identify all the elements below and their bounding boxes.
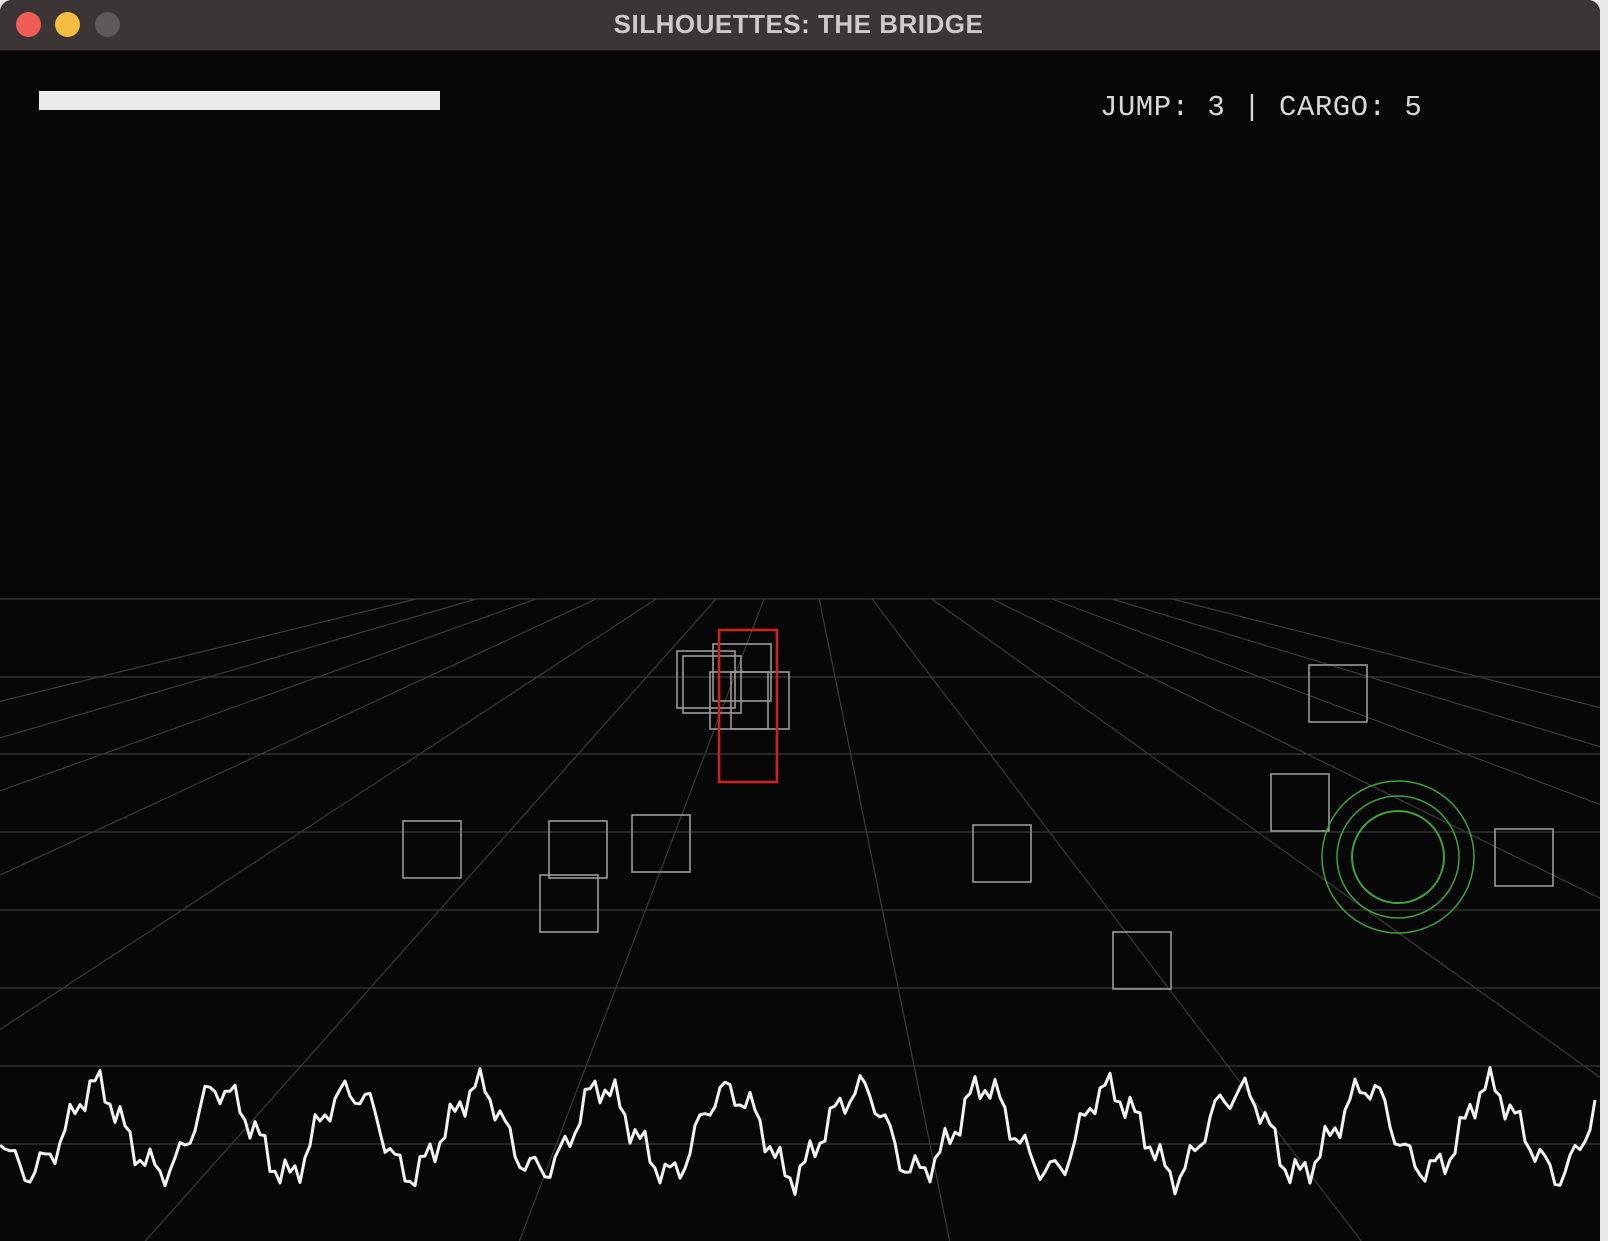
cargo-label: CARGO: bbox=[1279, 91, 1387, 124]
target-ring bbox=[1351, 810, 1445, 904]
game-window: SILHOUETTES: THE BRIDGE JUMP: 3 | CARGO:… bbox=[0, 0, 1600, 1241]
game-scene bbox=[0, 598, 1600, 1241]
health-bar bbox=[39, 91, 440, 110]
grid-line bbox=[818, 598, 951, 1241]
target-ring bbox=[1336, 795, 1460, 919]
grid-line bbox=[0, 598, 417, 702]
window-title: SILHOUETTES: THE BRIDGE bbox=[613, 9, 984, 39]
grid-line bbox=[0, 598, 477, 739]
grid-line bbox=[0, 598, 597, 876]
hud-separator: | bbox=[1243, 91, 1262, 124]
grid-line bbox=[0, 598, 537, 792]
cargo-box bbox=[631, 814, 691, 873]
grid-line bbox=[1171, 598, 1600, 709]
jump-value: 3 bbox=[1207, 91, 1226, 124]
jump-label: JUMP: bbox=[1100, 91, 1190, 124]
grid-line bbox=[931, 598, 1600, 1078]
grid-line bbox=[0, 598, 657, 1031]
grid-line bbox=[1051, 598, 1600, 806]
cargo-value: 5 bbox=[1404, 91, 1423, 124]
cargo-box bbox=[682, 655, 742, 714]
audio-waveform bbox=[0, 1066, 1597, 1196]
cargo-box bbox=[402, 820, 462, 879]
hud-status: JUMP: 3 | CARGO: 5 bbox=[1100, 91, 1422, 124]
cargo-box bbox=[1270, 773, 1330, 832]
health-bar-fill bbox=[39, 91, 440, 110]
cargo-box bbox=[548, 820, 608, 879]
grid-line bbox=[991, 598, 1600, 899]
cargo-box bbox=[539, 874, 599, 933]
grid-line bbox=[144, 598, 717, 1241]
cargo-box bbox=[972, 824, 1032, 883]
cargo-box bbox=[1494, 828, 1554, 887]
background-window-edge bbox=[1600, 0, 1608, 1241]
game-canvas[interactable]: JUMP: 3 | CARGO: 5 bbox=[0, 51, 1600, 1241]
title-bar[interactable]: SILHOUETTES: THE BRIDGE bbox=[0, 0, 1600, 51]
